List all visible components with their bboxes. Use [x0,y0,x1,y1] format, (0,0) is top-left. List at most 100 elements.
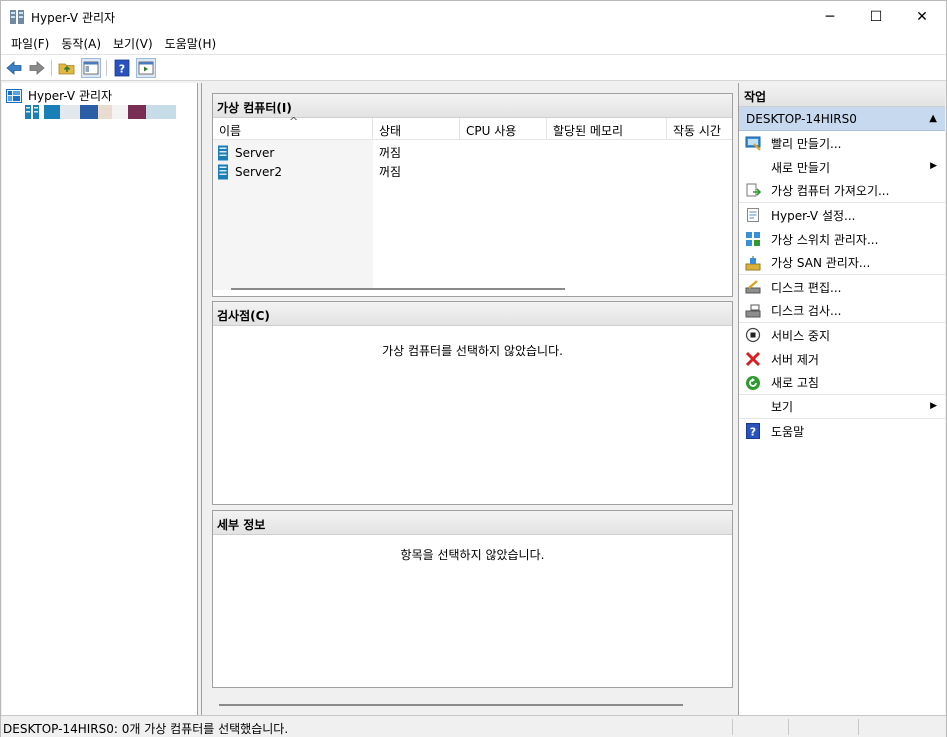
status-divider [732,719,733,735]
action-item[interactable]: 새로 만들기 ▶ [739,155,945,179]
actions-pane: 작업 DESKTOP-14HIRS0 ▲ 빨리 만들기... 새로 만들기 ▶ 가상 … [738,83,945,715]
tree-root-label: Hyper-V 관리자 [28,89,113,103]
action-item[interactable]: 디스크 검사... [739,299,945,323]
action-item[interactable]: 빨리 만들기... [739,131,945,155]
action-item-label: Hyper-V 설정... [771,208,856,223]
vm-state: 꺼짐 [379,146,402,160]
redacted-block [128,105,146,119]
server-icon [25,105,39,119]
action-item[interactable]: 새로 고침 [739,371,945,395]
action-item-label: 가상 컴퓨터 가져오기... [771,184,890,198]
action-item-label: 가상 스위치 관리자... [771,232,879,247]
show-hide-action-pane-icon[interactable] [136,58,156,78]
actions-list: 빨리 만들기... 새로 만들기 ▶ 가상 컴퓨터 가져오기... Hyper-V 설정… [739,131,945,443]
vm-row[interactable]: Server 꺼짐 [213,143,401,162]
column-state[interactable]: 상태 [373,118,460,140]
action-item[interactable]: Hyper-V 설정... [739,203,945,227]
details-panel: 세부 정보 항목을 선택하지 않았습니다. [212,510,733,688]
san-icon [745,255,761,271]
redacted-block [112,105,128,119]
back-arrow-icon[interactable] [5,59,23,77]
checkpoints-empty-message: 가상 컴퓨터를 선택하지 않았습니다. [382,344,563,358]
action-item-label: 서비스 중지 [771,328,831,343]
action-item[interactable]: 가상 컴퓨터 가져오기... [739,179,945,203]
vm-name-cell: Server [213,143,373,162]
show-hide-console-tree-icon[interactable] [81,58,101,78]
details-title: 세부 정보 [213,511,732,535]
help-icon: ? [745,423,761,439]
action-item-label: 가상 SAN 관리자... [771,256,871,270]
redacted-block [146,105,176,119]
quick-create-icon [745,135,761,151]
action-item[interactable]: 서버 제거 [739,347,945,371]
actions-title: 작업 [739,83,945,107]
action-item-label: 디스크 검사... [771,304,842,318]
action-item-label: 보기 [771,400,794,414]
submenu-arrow-icon: ▶ [930,401,937,411]
settings-page-icon [745,207,761,223]
actions-group-label: DESKTOP-14HIRS0 [746,112,857,126]
minimize-button[interactable]: ─ [807,1,853,32]
toolbar-separator [51,60,52,76]
icon-placeholder [745,159,761,175]
action-item[interactable]: 서비스 중지 [739,323,945,347]
tree-root-hyperv-manager[interactable]: Hyper-V 관리자 [6,87,112,104]
vm-icon [218,145,228,160]
virtual-switch-icon [745,231,761,247]
maximize-button[interactable]: ☐ [853,1,899,32]
actions-group-server[interactable]: DESKTOP-14HIRS0 ▲ [739,107,945,131]
help-icon[interactable]: ? [113,59,131,77]
window-title: Hyper-V 관리자 [31,11,116,25]
collapse-up-icon[interactable]: ▲ [929,113,937,124]
action-item[interactable]: 디스크 편집... [739,275,945,299]
action-item-label: 디스크 편집... [771,280,842,295]
tree-item-server[interactable] [24,104,176,120]
sort-ascending-icon: ^ [289,115,299,128]
hyperv-manager-icon [6,88,22,103]
menu-action[interactable]: 동작(A) [55,35,107,52]
toolbar-separator [106,60,107,76]
action-item[interactable]: 가상 스위치 관리자... [739,227,945,251]
action-item[interactable]: ? 도움말 [739,419,945,443]
menu-file[interactable]: 파일(F) [5,35,55,52]
virtual-machines-panel: 가상 컴퓨터(I) 이름 ^ 상태 CPU 사용 할당된 메모리 작동 시간 S… [212,93,733,297]
import-vm-icon [745,183,761,199]
menu-help[interactable]: 도움말(H) [159,35,223,52]
close-button[interactable]: ✕ [899,1,945,32]
up-folder-icon[interactable] [58,59,76,77]
status-divider [788,719,789,735]
hyperv-app-icon [10,10,24,24]
action-item[interactable]: 가상 SAN 관리자... [739,251,945,275]
svg-text:?: ? [119,63,125,76]
refresh-icon [745,375,761,391]
redacted-block [80,105,98,119]
inspect-disk-icon [745,303,761,319]
forward-arrow-icon[interactable] [28,59,46,77]
center-pane: 가상 컴퓨터(I) 이름 ^ 상태 CPU 사용 할당된 메모리 작동 시간 S… [201,83,735,715]
action-item-label: 새로 고침 [771,376,819,390]
submenu-arrow-icon: ▶ [930,161,937,171]
action-item[interactable]: 보기 ▶ [739,395,945,419]
column-assigned-memory[interactable]: 할당된 메모리 [547,118,667,140]
column-cpu-usage[interactable]: CPU 사용 [460,118,547,140]
redacted-block [60,105,80,119]
vm-icon [218,164,228,179]
redacted-server-name [44,105,176,119]
redacted-block [98,105,112,119]
vm-row[interactable]: Server2 꺼짐 [213,162,401,181]
console-tree: Hyper-V 관리자 [2,83,198,715]
details-empty-message: 항목을 선택하지 않았습니다. [400,548,545,562]
status-text: DESKTOP-14HIRS0: 0개 가상 컴퓨터를 선택했습니다. [3,722,289,736]
vm-horizontal-scrollbar[interactable] [231,288,565,290]
column-name[interactable]: 이름 ^ [213,115,373,140]
icon-placeholder [745,399,761,415]
checkpoints-panel: 검사점(C) 가상 컴퓨터를 선택하지 않았습니다. [212,301,733,505]
menu-view[interactable]: 보기(V) [107,35,159,52]
svg-text:?: ? [750,426,756,439]
center-horizontal-scrollbar[interactable] [219,704,683,706]
action-item-label: 서버 제거 [771,352,819,367]
title-bar: Hyper-V 관리자 ─ ☐ ✕ [1,1,946,32]
column-uptime[interactable]: 작동 시간 [667,118,732,140]
toolbar: ? [1,54,946,81]
redacted-block [44,105,60,119]
